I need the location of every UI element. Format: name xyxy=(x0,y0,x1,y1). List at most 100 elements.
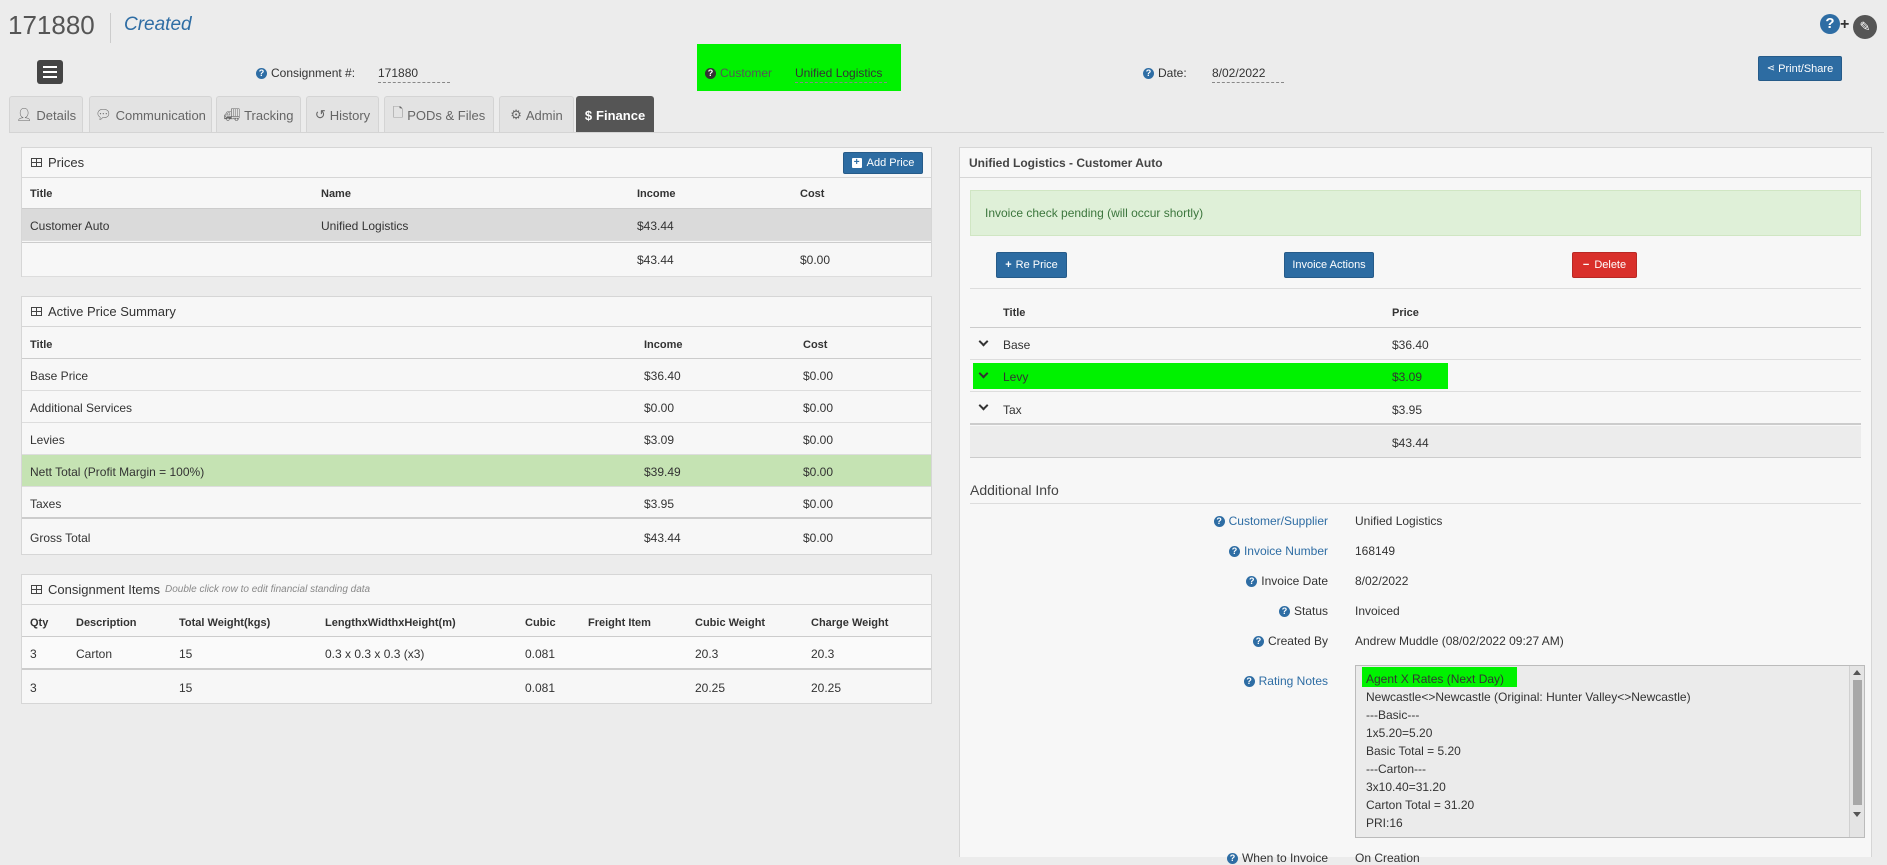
tab-history[interactable]: ↺ History xyxy=(306,96,379,133)
when-to-invoice-value: On Creation xyxy=(1355,851,1420,865)
tab-admin[interactable]: ⚙ Admin xyxy=(499,96,574,133)
status-label: ? Status xyxy=(1278,604,1328,618)
question-icon: ? xyxy=(1228,546,1240,557)
col-name: Name xyxy=(321,188,351,200)
summary-income: $39.49 xyxy=(644,465,681,479)
prices-panel: Prices + Add Price Title Name Income Cost… xyxy=(21,147,932,277)
summary-title: Additional Services xyxy=(30,401,133,415)
user-icon: 👤︎ xyxy=(15,107,33,122)
item-description: Carton xyxy=(76,647,113,661)
question-icon: ? xyxy=(1226,853,1238,864)
prices-total-row xyxy=(22,242,931,277)
note-line: 3x10.40=31.20 xyxy=(1366,780,1446,794)
table-icon xyxy=(31,158,42,167)
items-panel: Consignment Items Double click row to edi… xyxy=(21,574,932,704)
question-icon: ? xyxy=(1213,516,1225,527)
item-weight: 15 xyxy=(179,681,193,695)
scroll-thumb[interactable] xyxy=(1853,680,1862,805)
hamburger-icon xyxy=(43,66,57,68)
tab-details[interactable]: 👤︎ Details xyxy=(9,96,83,133)
note-line: Newcastle<>Newcastle (Original: Hunter V… xyxy=(1366,690,1691,704)
col-title: Title xyxy=(30,339,53,351)
status-value: Invoiced xyxy=(1355,604,1400,618)
prices-total-income: $43.44 xyxy=(637,253,674,267)
summary-title: Nett Total (Profit Margin = 100%) xyxy=(30,465,205,479)
file-icon: 🗋 xyxy=(392,105,404,120)
summary-title: Taxes xyxy=(30,497,62,511)
question-icon: ? xyxy=(1252,636,1264,647)
summary-income: $36.40 xyxy=(644,369,681,383)
table-row xyxy=(22,423,931,455)
summary-income: $0.00 xyxy=(644,401,675,415)
summary-header: Active Price Summary xyxy=(22,297,931,327)
customer-supplier-value: Unified Logistics xyxy=(1355,514,1443,528)
price-title: Customer Auto xyxy=(30,219,110,233)
summary-cost: $0.00 xyxy=(803,465,834,479)
add-price-button[interactable]: + Add Price xyxy=(843,152,923,174)
tab-finance[interactable]: $ Finance xyxy=(576,96,654,133)
items-head-row xyxy=(22,605,931,637)
prices-total-cost: $0.00 xyxy=(800,253,831,267)
question-icon: ? xyxy=(256,68,267,79)
customer-label: ? Customer xyxy=(705,66,772,80)
col-dimensions: LengthxWidthxHeight(m) xyxy=(325,617,456,629)
question-icon: ? xyxy=(1278,606,1290,617)
col-total-weight: Total Weight(kgs) xyxy=(179,617,271,629)
delete-button[interactable]: − Delete xyxy=(1572,252,1637,278)
col-freight-item: Freight Item xyxy=(588,617,651,629)
tab-tracking[interactable]: 🚚︎ Tracking xyxy=(216,96,301,133)
question-icon: ? xyxy=(1143,68,1154,79)
item-charge-weight: 20.3 xyxy=(811,647,835,661)
customer-field[interactable]: Unified Logistics xyxy=(795,66,887,83)
help-icon[interactable]: ? xyxy=(1820,14,1840,34)
info-labels: ? Customer/Supplier ? Invoice Number ? Invo… xyxy=(960,148,1328,865)
summary-title: Levies xyxy=(30,433,65,447)
truck-icon: 🚚︎ xyxy=(223,107,241,122)
dollar-icon: $ xyxy=(584,107,593,123)
question-icon: ? xyxy=(705,68,716,79)
print-share-button[interactable]: ⋖ Print/Share xyxy=(1758,56,1842,81)
menu-button[interactable] xyxy=(37,60,63,84)
invoice-number-value: 168149 xyxy=(1355,544,1396,558)
items-header: Consignment Items Double click row to edi… xyxy=(22,575,931,605)
table-row xyxy=(22,391,931,423)
date-field[interactable]: 8/02/2022 xyxy=(1212,66,1284,83)
history-icon: ↺ xyxy=(314,107,326,122)
table-row xyxy=(22,359,931,391)
plus-text: + xyxy=(1840,16,1850,33)
note-line: Basic Total = 5.20 xyxy=(1366,744,1461,758)
invoice-date-label: ? Invoice Date xyxy=(1246,574,1328,588)
rating-notes-label: ? Rating Notes xyxy=(1243,674,1328,688)
tab-communication[interactable]: 💬︎ Communication xyxy=(89,96,212,133)
table-icon xyxy=(31,585,42,594)
title-divider xyxy=(110,13,111,43)
gear-icon: ⚙ xyxy=(510,107,522,122)
col-cost: Cost xyxy=(803,339,828,351)
summary-cost: $0.00 xyxy=(803,401,834,415)
tag-icon[interactable]: ✎ xyxy=(1853,15,1877,39)
customer-supplier-label: ? Customer/Supplier xyxy=(1213,514,1328,528)
col-title: Title xyxy=(30,188,53,200)
consignment-label: ? Consignment #: xyxy=(256,66,355,80)
table-row[interactable] xyxy=(22,209,931,241)
scrollbar[interactable] xyxy=(1849,666,1864,837)
invoice-total: $43.44 xyxy=(1392,436,1429,450)
scroll-up-icon[interactable] xyxy=(1853,670,1861,675)
when-to-invoice-label: ? When to Invoice xyxy=(1226,851,1328,865)
table-row[interactable] xyxy=(22,637,931,670)
note-line: ---Carton--- xyxy=(1366,762,1426,776)
summary-cost: $0.00 xyxy=(803,369,834,383)
date-label: ? Date: xyxy=(1143,66,1187,80)
item-cubic: 0.081 xyxy=(525,681,556,695)
item-cubic-weight: 20.25 xyxy=(695,681,726,695)
invoice-date-value: 8/02/2022 xyxy=(1355,574,1409,588)
question-icon: ? xyxy=(1243,676,1255,687)
summary-panel: Active Price Summary Title Income Cost B… xyxy=(21,296,932,555)
rating-notes-textarea[interactable]: Agent X Rates (Next Day) Newcastle<>Newc… xyxy=(1355,665,1865,838)
plus-icon: + xyxy=(851,158,862,168)
tab-pods-files[interactable]: 🗋 PODs & Files xyxy=(384,96,494,133)
invoice-line-price: $3.95 xyxy=(1392,403,1423,417)
item-weight: 15 xyxy=(179,647,193,661)
consignment-field[interactable]: 171880 xyxy=(378,66,450,83)
scroll-down-icon[interactable] xyxy=(1853,812,1861,817)
